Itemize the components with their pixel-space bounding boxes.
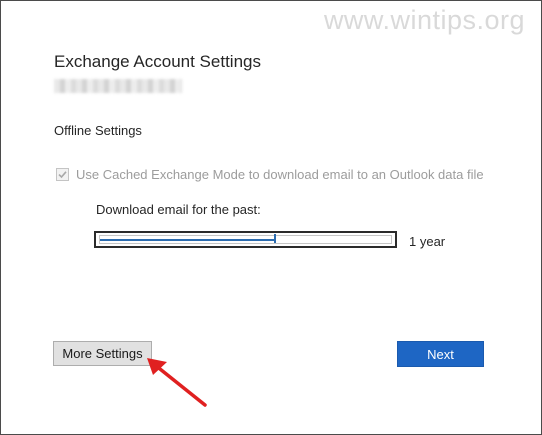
red-arrow-icon — [147, 358, 207, 407]
check-icon — [58, 171, 67, 179]
exchange-settings-dialog: www.wintips.org Exchange Account Setting… — [0, 0, 542, 435]
cached-mode-row[interactable]: Use Cached Exchange Mode to download ema… — [56, 167, 484, 182]
slider-fill — [100, 239, 275, 241]
download-email-label: Download email for the past: — [96, 202, 261, 217]
page-title: Exchange Account Settings — [54, 52, 261, 71]
cached-mode-checkbox[interactable] — [56, 168, 69, 181]
next-button[interactable]: Next — [397, 341, 484, 367]
slider-inner-track — [99, 234, 392, 244]
blurred-email-address — [54, 79, 182, 93]
offline-settings-heading: Offline Settings — [54, 123, 142, 138]
download-period-value: 1 year — [409, 234, 446, 249]
slider-thumb[interactable] — [273, 234, 276, 243]
cached-mode-label: Use Cached Exchange Mode to download ema… — [76, 167, 484, 182]
watermark: www.wintips.org — [323, 5, 525, 35]
download-period-slider[interactable] — [94, 231, 397, 248]
more-settings-button[interactable]: More Settings — [53, 341, 152, 366]
